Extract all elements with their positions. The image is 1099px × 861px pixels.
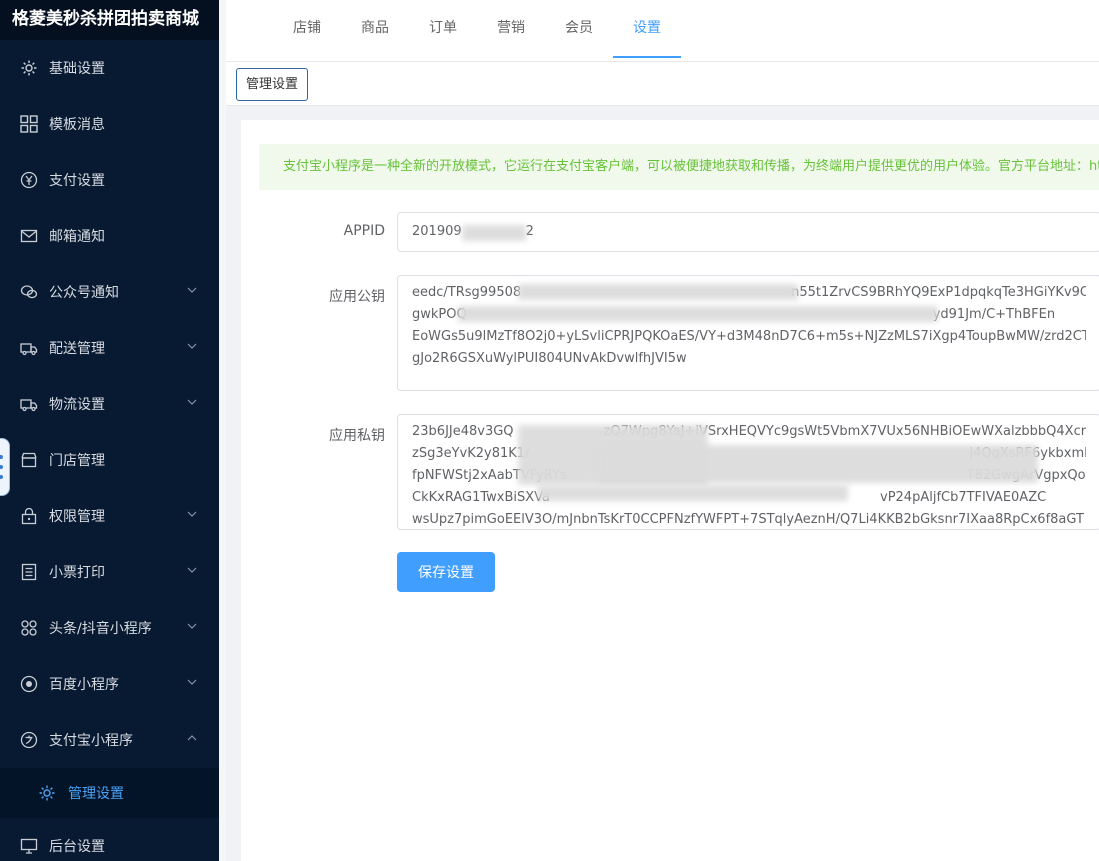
sidebar-item-baidu[interactable]: 百度小程序: [0, 656, 219, 712]
sidebar-item-stores[interactable]: 门店管理: [0, 432, 219, 488]
gear-icon: [38, 784, 56, 802]
wechat-icon: [20, 283, 38, 301]
private-key-line-5: wsUpz7pimGoEElV3O/mJnbnTsKrT0CCPFNzfYWFP…: [412, 512, 1084, 527]
tab-settings[interactable]: 设置: [613, 0, 681, 58]
sidebar-item-label: 权限管理: [49, 509, 105, 525]
delivery-icon: [20, 339, 38, 357]
tab-orders[interactable]: 订单: [409, 0, 477, 58]
chevron-down-icon: [187, 623, 197, 629]
chevron-down-icon: [187, 287, 197, 293]
app-title: 格菱美秒杀拼团拍卖商城: [0, 0, 219, 40]
sidebar-item-template-messages[interactable]: 模板消息: [0, 96, 219, 152]
settings-panel: 支付宝小程序是一种全新的开放模式，它运行在支付宝客户端，可以被便捷地获取和传播，…: [241, 120, 1099, 861]
gear-icon: [20, 59, 38, 77]
lock-icon: [20, 507, 38, 525]
private-key-label: 应用私钥: [329, 428, 385, 444]
sidebar-item-label: 支付设置: [49, 173, 105, 189]
public-key-line-4: gJo2R6GSXuWylPUI804UNvAkDvwlfhJVI5w: [412, 351, 687, 366]
sidebar: 格菱美秒杀拼团拍卖商城 基础设置 模板消息 支付设置 邮箱通知 公众号通知 配送…: [0, 0, 219, 861]
appid-value-start: 201909: [412, 224, 462, 239]
sidebar-item-label: 管理设置: [68, 786, 124, 802]
alipay-icon: [20, 731, 38, 749]
sidebar-item-label: 百度小程序: [49, 677, 119, 693]
sidebar-item-delivery[interactable]: 配送管理: [0, 320, 219, 376]
public-key-line-3: EoWGs5u9lMzTf8O2j0+yLSvliCPRJPQKOaES/VY+…: [412, 329, 1086, 344]
baidu-icon: [20, 675, 38, 693]
sidebar-item-email-notify[interactable]: 邮箱通知: [0, 208, 219, 264]
appid-input[interactable]: 201909 2: [397, 212, 1099, 252]
sidebar-item-label: 邮箱通知: [49, 229, 105, 245]
sidebar-item-alipay[interactable]: 支付宝小程序: [0, 712, 219, 768]
sidebar-item-wechat-notify[interactable]: 公众号通知: [0, 264, 219, 320]
sidebar-item-label: 门店管理: [49, 453, 105, 469]
sidebar-item-label: 后台设置: [49, 839, 105, 855]
info-notice: 支付宝小程序是一种全新的开放模式，它运行在支付宝客户端，可以被便捷地获取和传播，…: [259, 144, 1099, 190]
sidebar-item-label: 物流设置: [49, 397, 105, 413]
sidebar-item-label: 基础设置: [49, 61, 105, 77]
appid-label: APPID: [343, 223, 385, 239]
private-key-line-1: 23b6JJe48v3GQ zQ7Wpg8YaJ+iVSrxHEQVYc9gsWt…: [412, 424, 1086, 439]
sidebar-item-logistics[interactable]: 物流设置: [0, 376, 219, 432]
appid-value-end: 2: [525, 224, 534, 239]
tab-members[interactable]: 会员: [545, 0, 613, 58]
sidebar-item-label: 公众号通知: [49, 285, 119, 301]
chevron-down-icon: [187, 679, 197, 685]
chevron-down-icon: [187, 567, 197, 573]
chevron-down-icon: [187, 511, 197, 517]
sidebar-item-receipt-print[interactable]: 小票打印: [0, 544, 219, 600]
grid-icon: [20, 115, 38, 133]
top-nav: 店铺 商品 订单 营销 会员 设置: [226, 0, 1099, 62]
sidebar-item-label: 配送管理: [49, 341, 105, 357]
sidebar-subitem-manage-settings[interactable]: 管理设置: [0, 768, 219, 818]
store-icon: [20, 451, 38, 469]
public-key-label: 应用公钥: [329, 289, 385, 305]
sidebar-item-basic-settings[interactable]: 基础设置: [0, 40, 219, 96]
private-key-textarea[interactable]: 23b6JJe48v3GQ zQ7Wpg8YaJ+iVSrxHEQVYc9gsWt…: [397, 414, 1099, 530]
sub-nav: 管理设置: [226, 62, 1099, 106]
yuan-icon: [20, 171, 38, 189]
sidebar-item-label: 支付宝小程序: [49, 733, 133, 749]
chevron-down-icon: [187, 399, 197, 405]
receipt-icon: [20, 563, 38, 581]
tab-shop[interactable]: 店铺: [273, 0, 341, 58]
sidebar-item-label: 模板消息: [49, 117, 105, 133]
sidebar-item-label: 头条/抖音小程序: [49, 621, 152, 637]
chevron-down-icon: [187, 343, 197, 349]
sidebar-item-payment-settings[interactable]: 支付设置: [0, 152, 219, 208]
tab-marketing[interactable]: 营销: [477, 0, 545, 58]
manage-settings-button[interactable]: 管理设置: [236, 68, 309, 101]
public-key-textarea[interactable]: eedc/TRsg99508 n55t1ZrvCS9BRhYQ9ExP1dpqkq…: [397, 275, 1099, 391]
sidebar-item-label: 小票打印: [49, 565, 105, 581]
apps-icon: [20, 619, 38, 637]
save-button[interactable]: 保存设置: [397, 552, 495, 592]
tab-products[interactable]: 商品: [341, 0, 409, 58]
chevron-up-icon: [187, 735, 197, 741]
divider: [219, 0, 226, 861]
sidebar-item-backend-settings[interactable]: 后台设置: [0, 818, 219, 861]
truck-icon: [20, 395, 38, 413]
sidebar-item-toutiao-douyin[interactable]: 头条/抖音小程序: [0, 600, 219, 656]
sidebar-item-permissions[interactable]: 权限管理: [0, 488, 219, 544]
mail-icon: [20, 227, 38, 245]
sidebar-drag-handle[interactable]: [0, 438, 10, 496]
monitor-icon: [20, 837, 38, 855]
